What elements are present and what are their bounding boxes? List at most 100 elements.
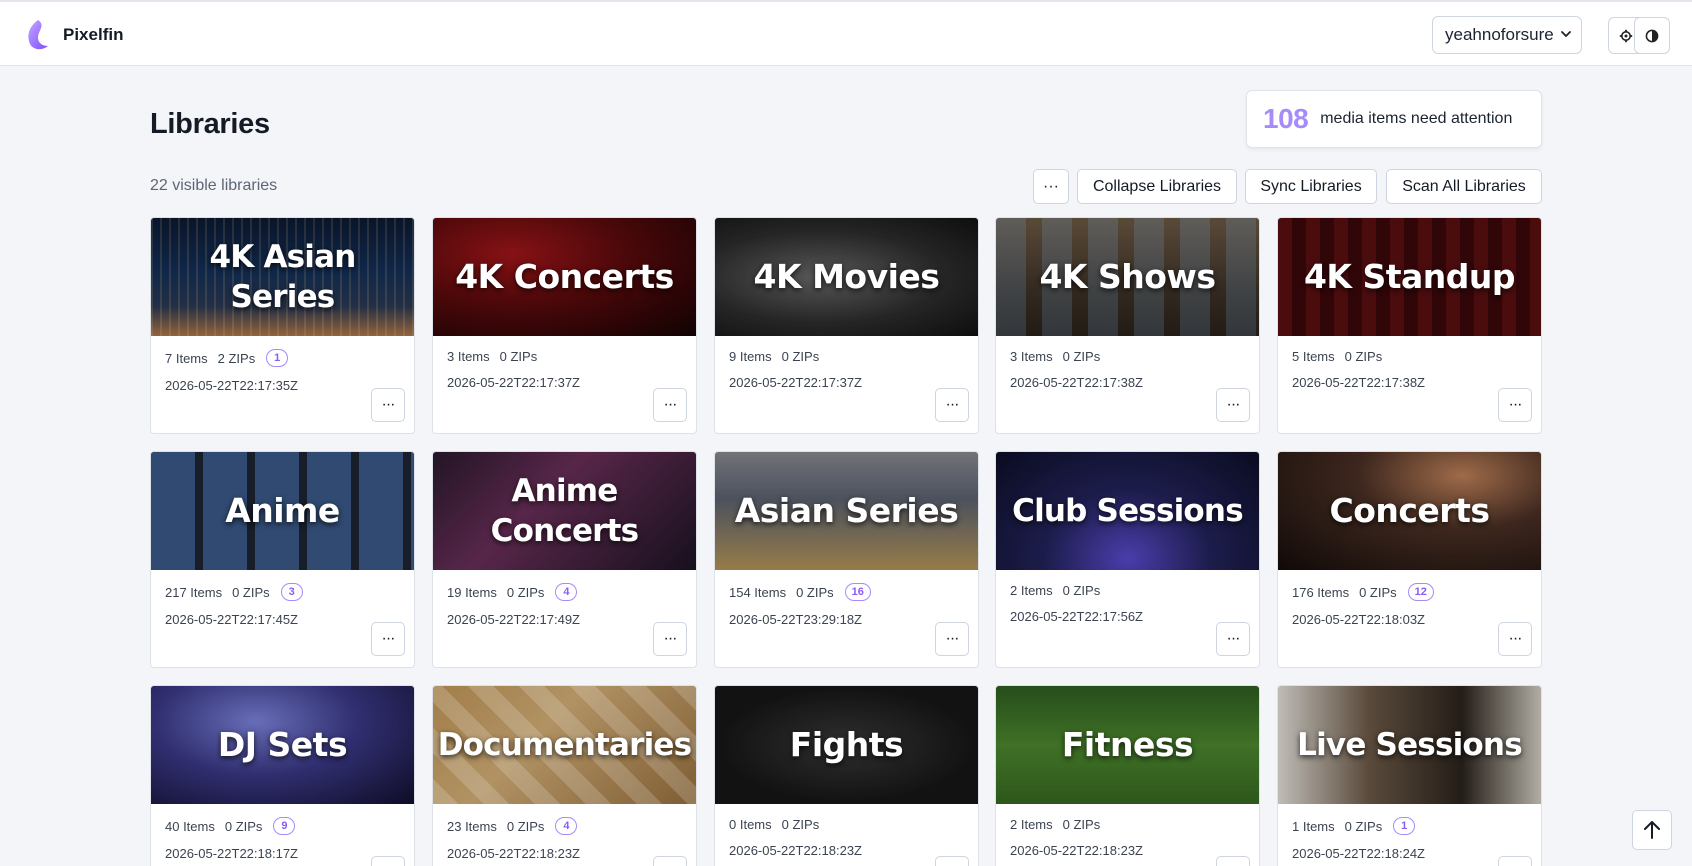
library-menu-button[interactable]: ··· xyxy=(653,622,687,656)
library-updated-date: 2026-05-22T22:17:45Z xyxy=(165,612,298,627)
library-item-count: 2 Items xyxy=(1010,583,1053,598)
library-card[interactable]: Club Sessions 2 Items 0 ZIPs 2026-05-22T22:… xyxy=(995,451,1260,668)
library-menu-button[interactable]: ··· xyxy=(1216,622,1250,656)
library-updated-date: 2026-05-22T22:17:37Z xyxy=(729,375,862,390)
library-zip-count: 0 ZIPs xyxy=(1062,817,1101,832)
library-stats: 0 Items 0 ZIPs xyxy=(729,817,819,832)
library-banner[interactable]: 4K Standup xyxy=(1278,218,1541,336)
library-menu-button[interactable]: ··· xyxy=(1498,856,1532,866)
library-menu-button[interactable]: ··· xyxy=(653,856,687,866)
library-zip-count: 0 ZIPs xyxy=(781,817,820,832)
library-menu-button[interactable]: ··· xyxy=(1498,622,1532,656)
collapse-libraries-button[interactable]: Collapse Libraries xyxy=(1077,169,1237,204)
library-card[interactable]: Concerts 176 Items 0 ZIPs 12 2026-05-22T22:1… xyxy=(1277,451,1542,668)
library-zip-count: 0 ZIPs xyxy=(1062,583,1101,598)
library-banner[interactable]: 4K Shows xyxy=(996,218,1259,336)
library-menu-button[interactable]: ··· xyxy=(935,622,969,656)
library-card[interactable]: Fitness 2 Items 0 ZIPs 2026-05-22T22:18:23Z… xyxy=(995,685,1260,866)
attention-badge[interactable]: 4 xyxy=(555,583,578,601)
library-stats: 40 Items 0 ZIPs 9 xyxy=(165,817,296,835)
library-banner[interactable]: 4K Concerts xyxy=(433,218,696,336)
theme-toggle-button[interactable] xyxy=(1634,17,1670,54)
library-banner[interactable]: 4K Movies xyxy=(715,218,978,336)
library-menu-button[interactable]: ··· xyxy=(935,388,969,422)
scroll-to-top-button[interactable] xyxy=(1632,810,1672,850)
library-card[interactable]: Documentaries 23 Items 0 ZIPs 4 2026-05-22T2… xyxy=(432,685,697,866)
library-card[interactable]: 4K Standup 5 Items 0 ZIPs 2026-05-22T22:17:… xyxy=(1277,217,1542,434)
library-zip-count: 0 ZIPs xyxy=(499,349,538,364)
library-banner[interactable]: Club Sessions xyxy=(996,452,1259,570)
library-updated-date: 2026-05-22T22:18:17Z xyxy=(165,846,298,861)
library-menu-button[interactable]: ··· xyxy=(1216,388,1250,422)
library-updated-date: 2026-05-22T22:17:49Z xyxy=(447,612,580,627)
library-banner[interactable]: DJ Sets xyxy=(151,686,414,804)
attention-badge[interactable]: 16 xyxy=(844,583,871,601)
library-zip-count: 0 ZIPs xyxy=(506,818,545,834)
attention-badge[interactable]: 4 xyxy=(555,817,578,835)
top-bar: Pixelfin yeahnoforsure xyxy=(0,0,1692,66)
library-card[interactable]: Anime 217 Items 0 ZIPs 3 2026-05-22T22:17:45… xyxy=(150,451,415,668)
library-banner[interactable]: Live Sessions xyxy=(1278,686,1541,804)
library-item-count: 3 Items xyxy=(1010,349,1053,364)
library-menu-button[interactable]: ··· xyxy=(653,388,687,422)
library-title: Anime Concerts xyxy=(490,473,639,549)
attention-badge[interactable]: 12 xyxy=(1407,583,1434,601)
library-card[interactable]: DJ Sets 40 Items 0 ZIPs 9 2026-05-22T22:18:1… xyxy=(150,685,415,866)
library-banner[interactable]: Anime Concerts xyxy=(433,452,696,570)
library-banner[interactable]: Fitness xyxy=(996,686,1259,804)
library-menu-button[interactable]: ··· xyxy=(371,388,405,422)
library-card[interactable]: Asian Series 154 Items 0 ZIPs 16 2026-05-22T… xyxy=(714,451,979,668)
scan-all-libraries-button[interactable]: Scan All Libraries xyxy=(1386,169,1542,204)
attention-badge[interactable]: 9 xyxy=(273,817,296,835)
library-menu-button[interactable]: ··· xyxy=(371,622,405,656)
library-card[interactable]: 4K Movies 9 Items 0 ZIPs 2026-05-22T22:17:3… xyxy=(714,217,979,434)
library-banner[interactable]: Concerts xyxy=(1278,452,1541,570)
library-item-count: 9 Items xyxy=(729,349,772,364)
library-stats: 176 Items 0 ZIPs 12 xyxy=(1292,583,1434,601)
library-title: 4K Shows xyxy=(1039,257,1216,296)
library-banner[interactable]: Anime xyxy=(151,452,414,570)
library-banner[interactable]: 4K Asian Series xyxy=(151,218,414,336)
library-card[interactable]: 4K Asian Series 7 Items 2 ZIPs 1 2026-05-22T… xyxy=(150,217,415,434)
library-menu-button[interactable]: ··· xyxy=(371,856,405,866)
library-card[interactable]: Live Sessions 1 Items 0 ZIPs 1 2026-05-22T22… xyxy=(1277,685,1542,866)
brand[interactable]: Pixelfin xyxy=(24,18,123,52)
library-updated-date: 2026-05-22T22:18:23Z xyxy=(729,843,862,858)
library-zip-count: 0 ZIPs xyxy=(1344,818,1383,834)
library-menu-button[interactable]: ··· xyxy=(1498,388,1532,422)
attention-badge[interactable]: 1 xyxy=(1393,817,1416,835)
contrast-icon xyxy=(1645,29,1659,42)
library-banner[interactable]: Documentaries xyxy=(433,686,696,804)
library-card[interactable]: Anime Concerts 19 Items 0 ZIPs 4 2026-05-22T… xyxy=(432,451,697,668)
library-updated-date: 2026-05-22T22:18:23Z xyxy=(1010,843,1143,858)
library-card[interactable]: Fights 0 Items 0 ZIPs 2026-05-22T22:18:23Z ·… xyxy=(714,685,979,866)
library-card[interactable]: 4K Concerts 3 Items 0 ZIPs 2026-05-22T22:17… xyxy=(432,217,697,434)
more-options-button[interactable]: ··· xyxy=(1033,169,1069,204)
library-banner[interactable]: Asian Series xyxy=(715,452,978,570)
library-item-count: 40 Items xyxy=(165,818,215,834)
library-title: Documentaries xyxy=(437,727,692,763)
visible-libraries-count: 22 visible libraries xyxy=(150,177,278,194)
library-zip-count: 0 ZIPs xyxy=(506,584,545,600)
pixelfin-logo-icon xyxy=(28,20,48,50)
library-item-count: 23 Items xyxy=(447,818,497,834)
library-zip-count: 0 ZIPs xyxy=(232,584,270,600)
library-menu-button[interactable]: ··· xyxy=(935,856,969,866)
attention-banner[interactable]: 108 media items need attention xyxy=(1246,90,1542,148)
user-select[interactable]: yeahnoforsure xyxy=(1432,16,1582,54)
library-stats: 3 Items 0 ZIPs xyxy=(1010,349,1100,364)
library-title: Asian Series xyxy=(734,491,959,530)
library-item-count: 0 Items xyxy=(729,817,772,832)
library-stats: 5 Items 0 ZIPs xyxy=(1292,349,1382,364)
library-menu-button[interactable]: ··· xyxy=(1216,856,1250,866)
library-updated-date: 2026-05-22T22:17:38Z xyxy=(1010,375,1143,390)
library-updated-date: 2026-05-22T23:29:18Z xyxy=(729,612,862,627)
library-banner[interactable]: Fights xyxy=(715,686,978,804)
library-stats: 217 Items 0 ZIPs 3 xyxy=(165,583,303,601)
library-stats: 7 Items 2 ZIPs 1 xyxy=(165,349,289,367)
library-card[interactable]: 4K Shows 3 Items 0 ZIPs 2026-05-22T22:17:38… xyxy=(995,217,1260,434)
library-stats: 2 Items 0 ZIPs xyxy=(1010,583,1100,598)
sync-libraries-button[interactable]: Sync Libraries xyxy=(1245,169,1377,204)
attention-badge[interactable]: 1 xyxy=(266,349,289,367)
attention-badge[interactable]: 3 xyxy=(280,583,303,601)
